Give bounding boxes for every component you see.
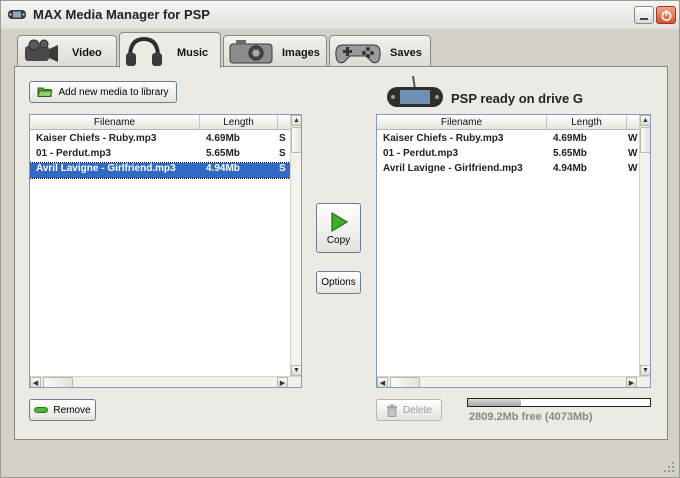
- library-row[interactable]: Kaiser Chiefs - Ruby.mp3 4.69Mb S: [30, 133, 290, 148]
- filename-cell: Kaiser Chiefs - Ruby.mp3: [383, 133, 504, 144]
- library-row-selected[interactable]: Avril Lavigne - Girlfriend.mp3 4.94Mb S: [30, 162, 291, 179]
- remove-button[interactable]: Remove: [29, 399, 96, 421]
- camera-icon: [228, 38, 276, 69]
- filename-cell: 01 - Perdut.mp3: [383, 148, 459, 159]
- storage-progress-fill: [468, 399, 521, 406]
- device-vertical-scrollbar[interactable]: ▲ ▼: [639, 115, 650, 377]
- close-button[interactable]: [656, 6, 676, 24]
- scroll-thumb[interactable]: [43, 377, 73, 387]
- title-bar[interactable]: MAX Media Manager for PSP: [1, 1, 679, 29]
- length-cell: 5.65Mb: [553, 148, 587, 159]
- trash-icon: [387, 404, 398, 417]
- library-horizontal-scrollbar[interactable]: ◀ ▶: [30, 376, 301, 387]
- delete-button[interactable]: Delete: [376, 399, 442, 421]
- column-header-length[interactable]: Length: [200, 115, 278, 130]
- length-cell: 4.94Mb: [206, 163, 240, 174]
- extra-cell: W: [628, 163, 638, 174]
- scroll-down-arrow[interactable]: ▼: [640, 365, 650, 376]
- remove-label: Remove: [53, 404, 91, 416]
- extra-cell: S: [279, 148, 286, 159]
- column-header-filename[interactable]: Filename: [377, 115, 547, 130]
- filename-cell: Avril Lavigne - Girlfriend.mp3: [36, 163, 176, 174]
- length-cell: 5.65Mb: [206, 148, 240, 159]
- library-list[interactable]: Filename Length Kaiser Chiefs - Ruby.mp3…: [29, 114, 302, 388]
- device-rows: Kaiser Chiefs - Ruby.mp3 4.69Mb W 01 - P…: [377, 133, 639, 178]
- filename-cell: Kaiser Chiefs - Ruby.mp3: [36, 133, 157, 144]
- scroll-right-arrow[interactable]: ▶: [626, 377, 637, 387]
- tab-music[interactable]: Music: [119, 32, 221, 68]
- storage-progress-bar: [467, 398, 651, 407]
- app-icon: [7, 6, 27, 22]
- options-button[interactable]: Options: [316, 271, 361, 294]
- video-camera-icon: [22, 38, 62, 69]
- copy-button[interactable]: Copy: [316, 203, 361, 253]
- extra-cell: W: [628, 133, 638, 144]
- tab-label: Saves: [390, 47, 422, 59]
- scroll-right-arrow[interactable]: ▶: [277, 377, 288, 387]
- scroll-up-arrow[interactable]: ▲: [640, 115, 650, 126]
- extra-cell: S: [279, 163, 286, 174]
- headphones-icon: [124, 35, 164, 70]
- scroll-left-arrow[interactable]: ◀: [30, 377, 41, 387]
- tab-label: Images: [282, 47, 320, 59]
- app-window: MAX Media Manager for PSP Video Music Im…: [0, 0, 680, 478]
- scroll-thumb[interactable]: [640, 127, 650, 153]
- tab-label: Music: [177, 47, 209, 59]
- copy-label: Copy: [326, 234, 351, 246]
- extra-cell: W: [628, 148, 638, 159]
- length-cell: 4.94Mb: [553, 163, 587, 174]
- psp-device-icon: [385, 75, 445, 112]
- column-header-filename[interactable]: Filename: [30, 115, 200, 130]
- tab-video[interactable]: Video: [17, 35, 117, 67]
- scroll-left-arrow[interactable]: ◀: [377, 377, 388, 387]
- device-row[interactable]: Kaiser Chiefs - Ruby.mp3 4.69Mb W: [377, 133, 639, 148]
- device-row[interactable]: 01 - Perdut.mp3 5.65Mb W: [377, 148, 639, 163]
- device-list-header: Filename Length: [377, 115, 639, 130]
- filename-cell: Avril Lavigne - Girlfriend.mp3: [383, 163, 523, 174]
- device-horizontal-scrollbar[interactable]: ◀ ▶: [377, 376, 650, 387]
- remove-pill-icon: [34, 407, 49, 413]
- psp-status-text: PSP ready on drive G: [451, 91, 583, 106]
- resize-grip-icon[interactable]: [663, 461, 675, 473]
- filename-cell: 01 - Perdut.mp3: [36, 148, 112, 159]
- gamepad-icon: [334, 38, 382, 69]
- tab-label: Video: [72, 47, 102, 59]
- library-row[interactable]: 01 - Perdut.mp3 5.65Mb S: [30, 148, 290, 163]
- length-cell: 4.69Mb: [553, 133, 587, 144]
- tab-saves[interactable]: Saves: [329, 35, 431, 67]
- column-header-length[interactable]: Length: [547, 115, 627, 130]
- length-cell: 4.69Mb: [206, 133, 240, 144]
- free-space-text: 2809.2Mb free (4073Mb): [469, 411, 593, 423]
- minimize-button[interactable]: [634, 6, 654, 24]
- options-label: Options: [321, 277, 356, 288]
- device-row[interactable]: Avril Lavigne - Girlfriend.mp3 4.94Mb W: [377, 163, 639, 178]
- tab-images[interactable]: Images: [223, 35, 327, 67]
- add-media-label: Add new media to library: [58, 86, 169, 98]
- scroll-thumb[interactable]: [291, 127, 301, 153]
- power-icon: [661, 10, 672, 21]
- library-rows: Kaiser Chiefs - Ruby.mp3 4.69Mb S 01 - P…: [30, 133, 291, 179]
- column-header-extra[interactable]: [278, 115, 290, 130]
- library-list-header: Filename Length: [30, 115, 290, 130]
- scroll-thumb[interactable]: [390, 377, 420, 387]
- extra-cell: S: [279, 133, 286, 144]
- scroll-up-arrow[interactable]: ▲: [291, 115, 301, 126]
- device-list[interactable]: Filename Length Kaiser Chiefs - Ruby.mp3…: [376, 114, 651, 388]
- delete-label: Delete: [403, 404, 432, 416]
- folder-open-icon: [37, 87, 54, 97]
- column-header-extra[interactable]: [627, 115, 639, 130]
- library-vertical-scrollbar[interactable]: ▲ ▼: [290, 115, 301, 377]
- window-title: MAX Media Manager for PSP: [33, 7, 210, 22]
- scroll-down-arrow[interactable]: ▼: [291, 365, 301, 376]
- play-arrow-icon: [330, 211, 348, 232]
- add-media-button[interactable]: Add new media to library: [29, 81, 177, 103]
